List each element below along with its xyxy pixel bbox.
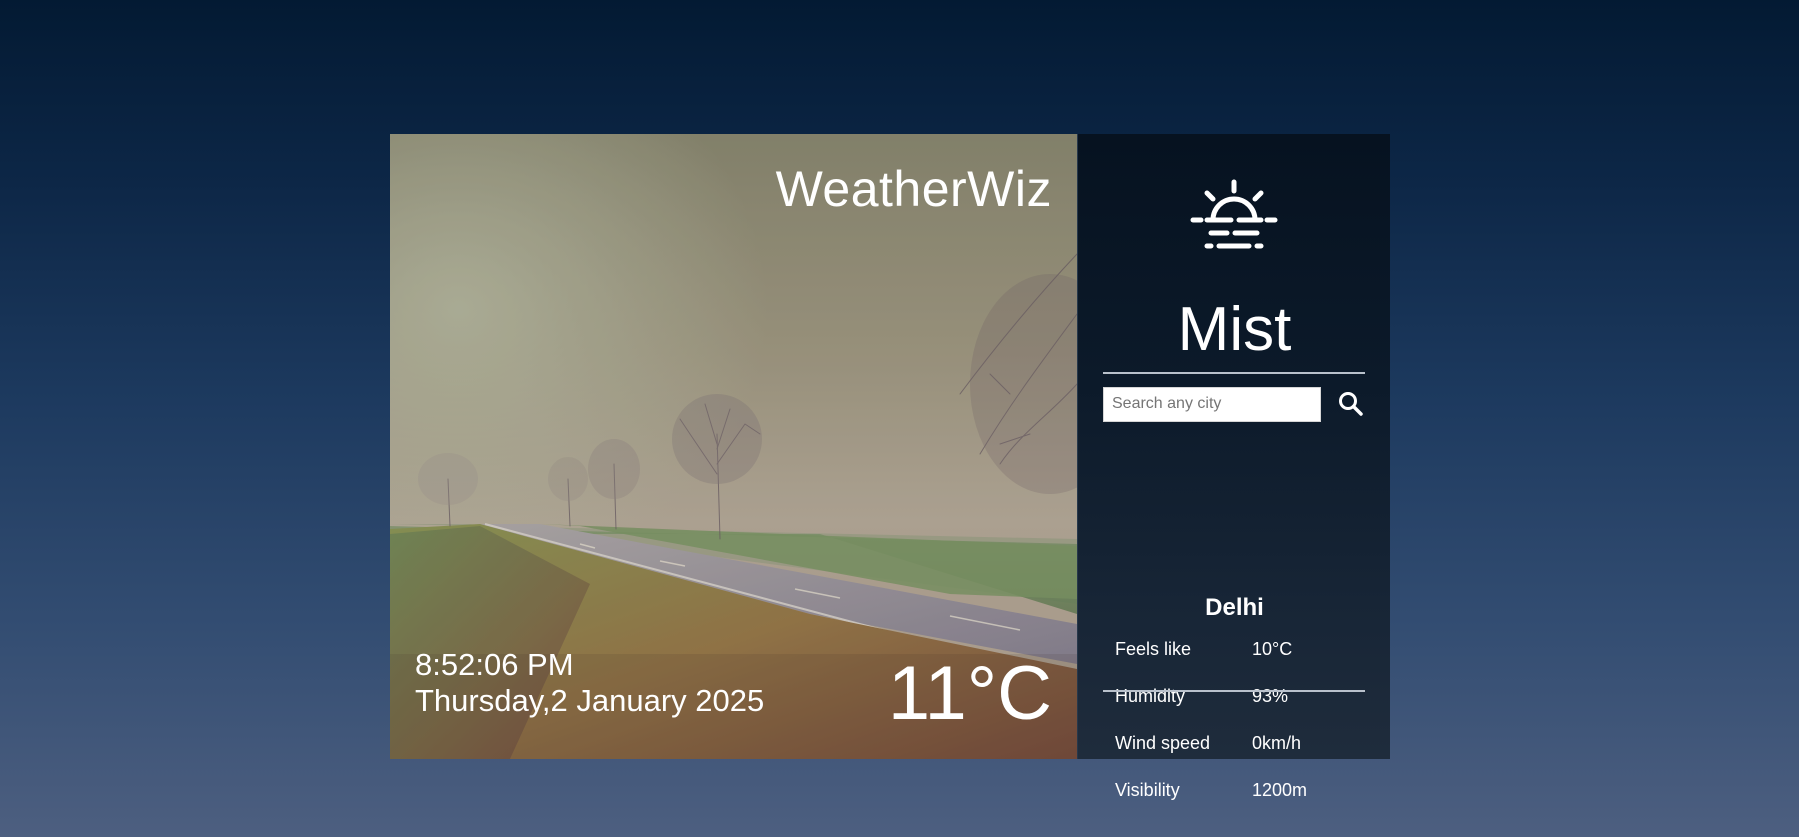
weather-stats: Feels like 10°C Humidity 93% Wind speed … xyxy=(1103,626,1365,814)
city-name: Delhi xyxy=(1205,594,1264,621)
sunrise-haze-icon xyxy=(1190,179,1278,249)
weather-details-panel: Mist Delhi Feels like 10°C Humidity 93% xyxy=(1077,134,1390,800)
app-brand: WeatherWiz xyxy=(775,161,1052,217)
search-button[interactable] xyxy=(1337,389,1365,419)
current-temperature: 11°C xyxy=(887,651,1052,736)
search-bar xyxy=(1103,386,1365,422)
stat-row-feels-like: Feels like 10°C xyxy=(1103,626,1365,673)
current-time: 8:52:06 PM xyxy=(415,647,574,682)
stat-label: Visibility xyxy=(1115,780,1180,800)
divider-bottom xyxy=(1103,690,1365,692)
stat-row-humidity: Humidity 93% xyxy=(1103,673,1365,720)
stat-label: Wind speed xyxy=(1115,733,1211,753)
city-search-input[interactable] xyxy=(1103,386,1321,422)
weather-scene: WeatherWiz 8:52:06 PM Thursday,2 January… xyxy=(390,134,1077,759)
stat-row-wind-speed: Wind speed 0km/h xyxy=(1103,720,1365,767)
divider-top xyxy=(1103,372,1365,374)
weather-condition: Mist xyxy=(1177,295,1292,364)
stat-value: 10°C xyxy=(1252,639,1293,659)
weather-card: WeatherWiz 8:52:06 PM Thursday,2 January… xyxy=(390,134,1390,800)
stat-value: 0km/h xyxy=(1252,733,1302,753)
current-date: Thursday,2 January 2025 xyxy=(415,683,765,718)
search-icon xyxy=(1339,392,1363,416)
stat-value: 1200m xyxy=(1252,780,1308,800)
stat-row-visibility: Visibility 1200m xyxy=(1103,767,1365,814)
stat-label: Feels like xyxy=(1115,639,1192,659)
